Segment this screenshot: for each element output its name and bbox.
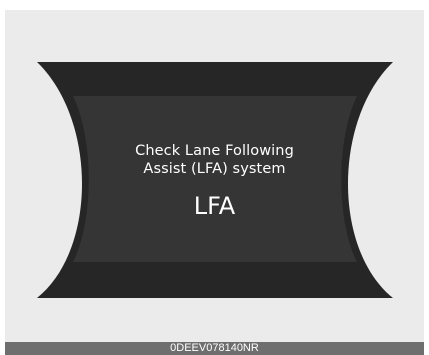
- feature-label-lfa: LFA: [193, 192, 236, 220]
- warning-message-line-2: Assist (LFA) system: [143, 161, 286, 177]
- figure-code-caption: 0DEEV078140NR: [5, 342, 424, 355]
- warning-message-line-1: Check Lane Following: [135, 143, 294, 159]
- warning-message: Check Lane Following Assist (LFA) system: [90, 142, 339, 178]
- display-message-band: [73, 96, 357, 262]
